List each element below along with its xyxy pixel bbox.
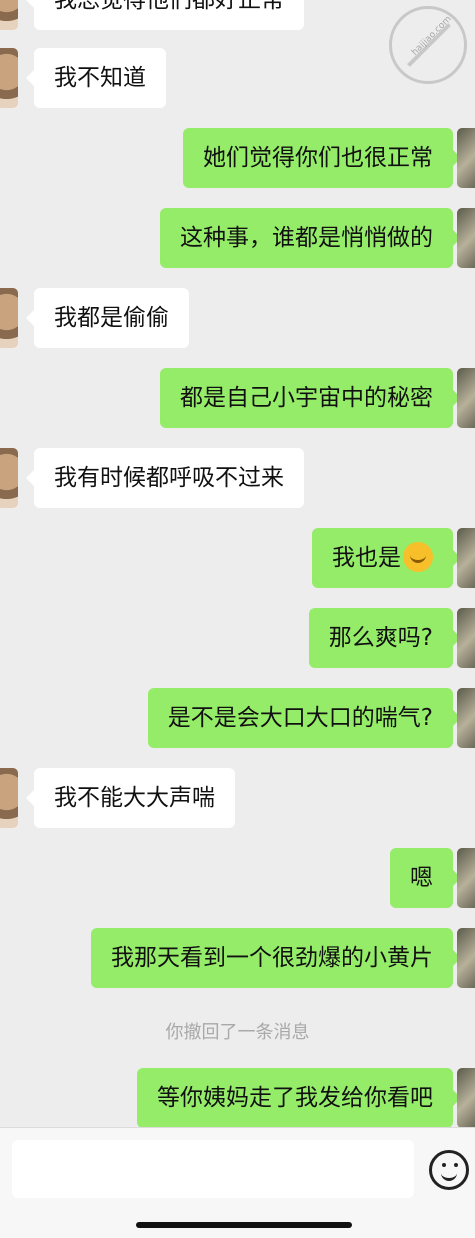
smirk-face-icon: [403, 541, 433, 572]
message-text: 等你姨妈走了我发给你看吧: [157, 1085, 433, 1111]
message-text: 都是自己小宇宙中的秘密: [180, 385, 433, 411]
message-bubble[interactable]: 我那天看到一个很劲爆的小黄片: [91, 928, 461, 988]
watermark-text: haijiao.com: [410, 14, 454, 58]
my-avatar[interactable]: [457, 208, 475, 268]
chat-area[interactable]: 我总觉得他们都好正常 我不知道 她们觉得你们也很正常 这种事，谁都是悄悄做的 我…: [0, 0, 475, 1127]
my-avatar[interactable]: [457, 688, 475, 748]
my-avatar[interactable]: [457, 368, 475, 428]
message-bubble[interactable]: 是不是会大口大口的喘气?: [147, 688, 462, 748]
message-text: 那么爽吗?: [328, 625, 433, 651]
my-avatar[interactable]: [457, 528, 475, 588]
message-bubble[interactable]: 这种事，谁都是悄悄做的: [160, 208, 461, 268]
contact-avatar[interactable]: [0, 48, 18, 108]
message-bubble[interactable]: 我不知道: [26, 48, 166, 108]
my-avatar[interactable]: [457, 848, 475, 908]
recall-notice[interactable]: 你撤回了一条消息: [0, 1018, 475, 1044]
message-bubble[interactable]: 我总觉得他们都好正常: [26, 0, 304, 30]
smiley-face-icon[interactable]: [429, 1150, 469, 1190]
message-text: 是不是会大口大口的喘气?: [167, 705, 433, 731]
message-text: 我也是: [332, 545, 401, 571]
contact-avatar[interactable]: [0, 0, 18, 30]
my-avatar[interactable]: [457, 1068, 475, 1127]
message-text: 我不知道: [54, 65, 146, 91]
contact-avatar[interactable]: [0, 288, 18, 348]
message-text: 这种事，谁都是悄悄做的: [180, 225, 433, 251]
contact-avatar[interactable]: [0, 768, 18, 828]
message-bubble[interactable]: 那么爽吗?: [308, 608, 462, 668]
contact-avatar[interactable]: [0, 448, 18, 508]
message-input[interactable]: [12, 1140, 414, 1198]
message-text: 我都是偷偷: [54, 305, 169, 331]
message-bubble[interactable]: 等你姨妈走了我发给你看吧: [137, 1068, 461, 1127]
message-bubble[interactable]: 我不能大大声喘: [26, 768, 235, 828]
message-text: 她们觉得你们也很正常: [203, 145, 433, 171]
message-text: 我有时候都呼吸不过来: [54, 465, 284, 491]
message-bubble[interactable]: 她们觉得你们也很正常: [183, 128, 461, 188]
message-text: 我总觉得他们都好正常: [54, 0, 284, 13]
message-bubble[interactable]: 嗯: [390, 848, 461, 908]
my-avatar[interactable]: [457, 928, 475, 988]
message-bubble[interactable]: 我也是: [312, 528, 461, 588]
message-text: 嗯: [410, 865, 433, 891]
watermark-logo: haijiao.com: [389, 6, 467, 84]
message-bubble[interactable]: 都是自己小宇宙中的秘密: [160, 368, 461, 428]
my-avatar[interactable]: [457, 128, 475, 188]
home-indicator[interactable]: [136, 1222, 352, 1228]
message-text: 我不能大大声喘: [54, 785, 215, 811]
message-bubble[interactable]: 我都是偷偷: [26, 288, 189, 348]
my-avatar[interactable]: [457, 608, 475, 668]
message-bubble[interactable]: 我有时候都呼吸不过来: [26, 448, 304, 508]
message-text: 我那天看到一个很劲爆的小黄片: [111, 945, 433, 971]
